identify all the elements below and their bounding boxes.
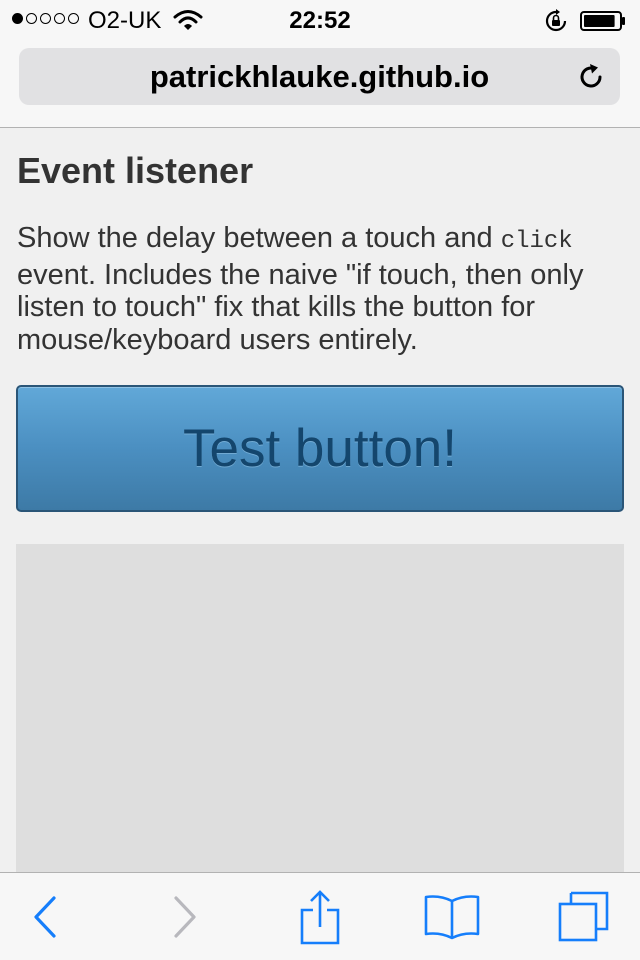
back-button[interactable] xyxy=(0,873,90,960)
share-button[interactable] xyxy=(275,873,365,960)
tabs-button[interactable] xyxy=(538,873,628,960)
web-page-content: Event listener Show the delay between a … xyxy=(0,128,640,872)
status-bar: O2-UK 22:52 xyxy=(0,0,640,40)
address-bar[interactable]: patrickhlauke.github.io xyxy=(19,48,620,105)
forward-button[interactable] xyxy=(140,873,230,960)
tabs-icon xyxy=(558,891,609,942)
browser-header: patrickhlauke.github.io xyxy=(0,40,640,128)
reload-icon[interactable] xyxy=(575,61,607,93)
rotation-lock-icon xyxy=(545,9,567,32)
page-title: Event listener xyxy=(17,150,254,191)
phone-screen: O2-UK 22:52 patrickhlauke.github.io Even… xyxy=(0,0,640,960)
bookmarks-button[interactable] xyxy=(407,873,497,960)
bookmarks-icon xyxy=(424,895,480,940)
description-text-continued: event. Includes the naive "if touch, the… xyxy=(17,258,584,356)
browser-toolbar xyxy=(0,872,640,960)
test-button[interactable]: Test button! xyxy=(16,385,624,512)
back-icon xyxy=(34,896,56,938)
output-log-area xyxy=(16,544,624,872)
battery-icon xyxy=(580,11,625,31)
page-description: Show the delay between a touch and click… xyxy=(17,222,617,356)
description-text: Show the delay between a touch and xyxy=(17,222,501,254)
description-code: click xyxy=(500,228,573,255)
share-icon xyxy=(300,890,340,945)
forward-icon xyxy=(174,896,196,938)
url-text[interactable]: patrickhlauke.github.io xyxy=(19,48,620,105)
